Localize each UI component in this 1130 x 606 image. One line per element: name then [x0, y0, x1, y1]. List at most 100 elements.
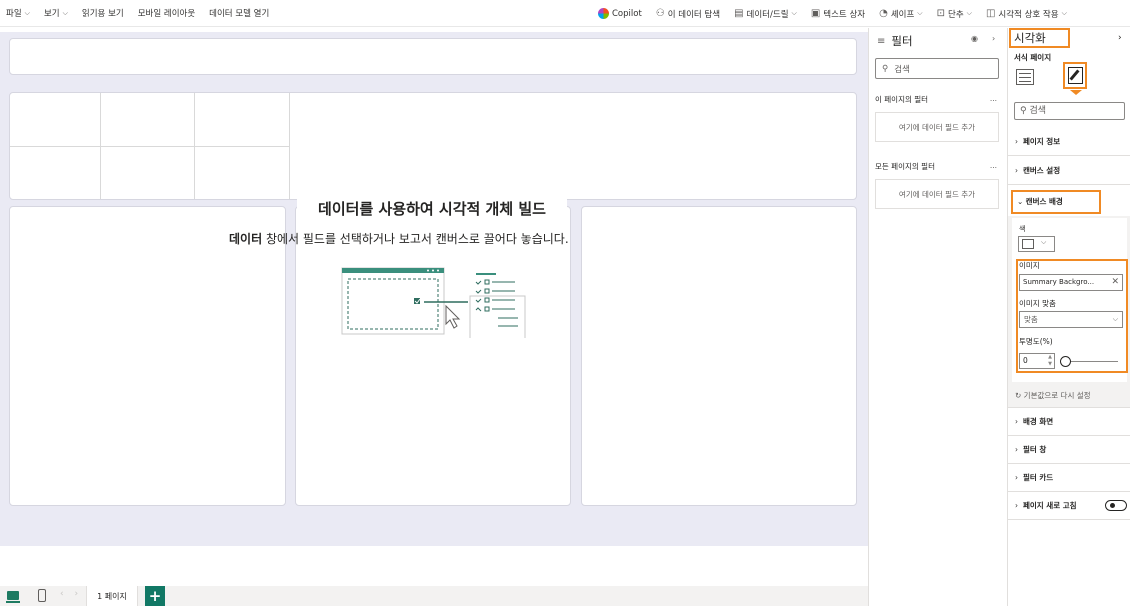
- chevron-down-icon: ⌵: [1061, 9, 1067, 17]
- this-page-drop-zone[interactable]: 여기에 데이터 필드 추가: [875, 112, 999, 142]
- copilot-label: Copilot: [612, 8, 642, 19]
- menu-file[interactable]: 파일 ⌵: [6, 7, 30, 20]
- transparency-slider-thumb[interactable]: [1060, 356, 1071, 367]
- grid-tile[interactable]: [9, 92, 857, 200]
- ribbon: 파일 ⌵ 보기 ⌵ 읽기용 보기 모바일 레이아웃 데이터 모델 열기 Copilo…: [0, 0, 1130, 27]
- chevron-down-icon: ⌵: [1112, 315, 1118, 323]
- chevron-right-icon: ›: [1015, 166, 1018, 175]
- report-canvas-area: 데이터를 사용하여 시각적 개체 빌드 데이터 창에서 필드를 선택하거나 보고…: [0, 28, 868, 586]
- reset-icon: ↻: [1015, 391, 1024, 400]
- report-canvas[interactable]: 데이터를 사용하여 시각적 개체 빌드 데이터 창에서 필드를 선택하거나 보고…: [0, 32, 868, 546]
- section-filter-cards[interactable]: › 필터 카드: [1008, 464, 1130, 492]
- build-visual-subtitle: 데이터 창에서 필드를 선택하거나 보고서 캔버스로 끌어다 놓습니다.: [229, 230, 649, 247]
- desktop-layout-icon[interactable]: [6, 591, 20, 603]
- collapse-icon[interactable]: ›: [992, 34, 995, 43]
- explore-data-button[interactable]: ⚇ 이 데이터 탐색: [656, 8, 720, 20]
- chevron-right-icon: ›: [1015, 501, 1018, 510]
- search-icon: ⚲: [882, 63, 889, 74]
- this-page-filters-label: 이 페이지의 필터: [875, 95, 929, 104]
- section-filter-pane-label: 필터 창: [1023, 445, 1047, 454]
- image-file-value: Summary Backgro...: [1023, 278, 1095, 286]
- chevron-right-icon: ›: [1015, 473, 1018, 482]
- selected-indicator: [1070, 90, 1082, 95]
- menu-view[interactable]: 보기 ⌵: [44, 7, 68, 20]
- button-icon: ⊡: [936, 8, 945, 19]
- title-tile[interactable]: [9, 38, 857, 75]
- visualizations-pane: 시각화 › 서식 페이지 ⚲ 검색 › 페이지 정보 › 캔버스 설정 ⌄ 캔버스 …: [1007, 28, 1130, 606]
- data-drill-button[interactable]: ▤ 데이터/드릴 ⌵: [734, 8, 797, 20]
- transparency-value: 0: [1023, 356, 1028, 365]
- format-visual-button[interactable]: [1063, 62, 1087, 89]
- chevron-down-icon: ⌵: [24, 8, 30, 17]
- chevron-down-icon: ⌄: [1017, 197, 1026, 206]
- build-visual-icon[interactable]: [1016, 69, 1034, 85]
- textbox-icon: ▣: [810, 8, 821, 19]
- visual-tile-right[interactable]: [581, 206, 857, 506]
- collapse-pane-icon[interactable]: ›: [1118, 33, 1122, 43]
- ribbon-right: Copilot ⚇ 이 데이터 탐색 ▤ 데이터/드릴 ⌵ ▣ 텍스트 상자 ◔ 셰이프 ⌵…: [598, 0, 1067, 27]
- build-visual-subtitle-bold: 데이터: [229, 232, 263, 246]
- menu-reading-view-label: 읽기용 보기: [81, 9, 124, 19]
- page-tab-1[interactable]: 1 페이지: [86, 586, 138, 606]
- more-options-icon[interactable]: ...: [990, 94, 997, 103]
- filter-icon: ≡: [877, 35, 886, 47]
- binoculars-icon: ⚇: [655, 8, 665, 19]
- more-options-icon[interactable]: ...: [990, 161, 997, 170]
- visual-tile-left[interactable]: [9, 206, 286, 506]
- section-page-refresh[interactable]: › 페이지 새로 고침: [1008, 492, 1130, 520]
- section-page-info[interactable]: › 페이지 정보: [1008, 128, 1130, 156]
- chevron-right-icon: ›: [1015, 417, 1018, 426]
- interactions-icon: ◫: [985, 8, 996, 19]
- section-wallpaper[interactable]: › 배경 화면: [1008, 408, 1130, 436]
- transparency-input[interactable]: 0 ▲ ▼: [1019, 353, 1055, 369]
- menu-reading-view[interactable]: 읽기용 보기: [82, 7, 124, 19]
- menu-mobile-layout-label: 모바일 레이아웃: [137, 9, 196, 19]
- format-search-input[interactable]: ⚲ 검색: [1014, 102, 1125, 120]
- image-fit-value: 맞춤: [1024, 315, 1038, 324]
- section-canvas-settings[interactable]: › 캔버스 설정: [1008, 157, 1130, 185]
- filter-pane-header: ≡ 필터: [877, 33, 913, 49]
- section-filter-cards-label: 필터 카드: [1023, 473, 1054, 482]
- copilot-button[interactable]: Copilot: [598, 8, 642, 19]
- image-fit-label: 이미지 맞춤: [1019, 299, 1056, 308]
- section-canvas-settings-label: 캔버스 설정: [1023, 166, 1061, 175]
- visual-interactions-label: 시각적 상호 작용: [998, 9, 1059, 20]
- color-picker[interactable]: ⌵: [1018, 236, 1055, 252]
- search-icon: ⚲: [1020, 106, 1027, 116]
- visual-tile-center[interactable]: [295, 206, 571, 506]
- all-pages-drop-zone[interactable]: 여기에 데이터 필드 추가: [875, 179, 999, 209]
- image-file-field[interactable]: Summary Backgro... ✕: [1019, 274, 1123, 291]
- section-page-refresh-label: 페이지 새로 고침: [1023, 501, 1077, 510]
- spinner-icon[interactable]: ▲ ▼: [1048, 354, 1052, 368]
- add-page-button[interactable]: +: [145, 586, 165, 606]
- section-canvas-background[interactable]: ⌄ 캔버스 배경: [1011, 190, 1101, 214]
- buttons-button[interactable]: ⊡ 단추 ⌵: [937, 8, 972, 20]
- section-filter-pane[interactable]: › 필터 창: [1008, 436, 1130, 464]
- textbox-button[interactable]: ▣ 텍스트 상자: [811, 8, 865, 20]
- drill-icon: ▤: [734, 8, 744, 19]
- page-nav-arrows[interactable]: ‹ ›: [60, 589, 82, 599]
- page-refresh-toggle[interactable]: [1105, 500, 1127, 511]
- reset-to-default-button[interactable]: ↻ 기본값으로 다시 설정: [1008, 384, 1130, 408]
- build-visual-subtitle-rest: 창에서 필드를 선택하거나 보고서 캔버스로 끌어다 놓습니다.: [262, 232, 569, 246]
- chevron-down-icon: ⌵: [917, 9, 923, 17]
- eye-icon[interactable]: ◉: [971, 34, 978, 43]
- menu-open-data-model[interactable]: 데이터 모델 열기: [209, 7, 269, 19]
- copilot-icon: [598, 8, 609, 19]
- mobile-layout-icon[interactable]: [38, 589, 46, 602]
- menu-mobile-layout[interactable]: 모바일 레이아웃: [138, 7, 195, 19]
- chevron-down-icon: ⌵: [791, 9, 797, 17]
- chevron-down-icon: ⌵: [966, 9, 972, 17]
- grid-line: [10, 146, 290, 147]
- chevron-down-icon: ⌵: [62, 8, 68, 17]
- filter-search-input[interactable]: ⚲ 검색: [875, 58, 999, 79]
- shapes-button[interactable]: ◔ 셰이프 ⌵: [879, 8, 923, 20]
- all-pages-filters-label: 모든 페이지의 필터: [875, 162, 935, 171]
- filter-pane-controls: ◉ ›: [971, 34, 995, 43]
- section-wallpaper-label: 배경 화면: [1023, 417, 1054, 426]
- clear-icon[interactable]: ✕: [1111, 275, 1119, 290]
- chevron-down-icon: ⌵: [1041, 238, 1047, 246]
- visual-interactions-button[interactable]: ◫ 시각적 상호 작용 ⌵: [986, 8, 1067, 20]
- image-fit-dropdown[interactable]: 맞춤 ⌵: [1019, 311, 1123, 328]
- image-label: 이미지: [1019, 261, 1040, 270]
